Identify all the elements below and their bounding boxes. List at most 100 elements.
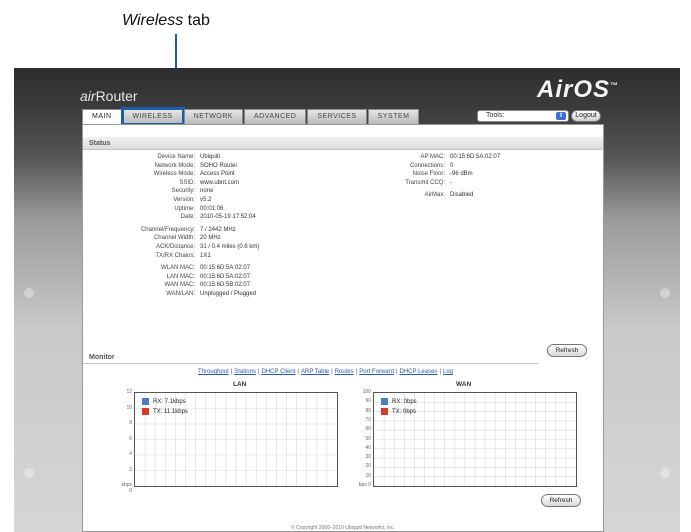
monitor-link-throughput[interactable]: Throughput: [198, 369, 229, 375]
status-row: Transmit CCQ: -: [373, 179, 452, 188]
y-tick-label: 90: [365, 398, 371, 405]
status-value: -: [450, 179, 452, 186]
airos-logo-text: AirOS: [537, 76, 611, 103]
status-value: -96 dBm: [450, 171, 473, 178]
status-row: Connections: 0: [373, 162, 453, 171]
tab-system[interactable]: SYSTEM: [367, 109, 420, 124]
status-value: 31 / 0.4 miles (0.6 km): [200, 244, 260, 250]
decorative-dot: [660, 468, 670, 478]
status-row: Device Name: Ubiquiti: [111, 153, 220, 162]
y-tick-label: bps 0: [358, 482, 371, 488]
lan-rx-value: RX: 7.1kbps: [153, 398, 186, 405]
y-tick-label: kbps 0: [121, 482, 132, 494]
status-key: Version:: [173, 197, 195, 203]
logout-button[interactable]: Logout: [571, 110, 601, 122]
tab-services[interactable]: SERVICES: [307, 109, 367, 124]
monitor-refresh-button[interactable]: Refresh: [541, 494, 581, 507]
wan-grid: [374, 393, 576, 486]
status-key: Channel Width:: [153, 235, 195, 242]
y-tick-label: 20: [365, 463, 371, 470]
decorative-dot: [24, 288, 34, 298]
decorative-dot: [660, 288, 670, 298]
status-value: 00:15:6D:5A:02:07: [200, 273, 251, 280]
status-value: none: [200, 188, 214, 195]
monitor-link-arp-table[interactable]: ARP Table: [301, 369, 329, 375]
status-row: Noise Floor: -96 dBm: [373, 170, 473, 179]
status-value: 1X1: [200, 252, 211, 259]
tab-wireless[interactable]: WIRELESS: [120, 107, 185, 126]
y-tick-label: 30: [365, 454, 371, 461]
airos-logo: AirOS™: [537, 76, 619, 104]
status-key: AP MAC:: [420, 154, 445, 160]
lan-tx-value: TX: 11.1kbps: [153, 408, 188, 415]
tab-advanced[interactable]: ADVANCED: [243, 109, 307, 124]
status-value: 2010-05-19 17:52:04: [200, 214, 256, 221]
status-key: Network Mode:: [154, 162, 195, 169]
status-value: 0: [450, 162, 454, 169]
status-row: Channel Width: 20 MHz: [111, 234, 221, 243]
y-tick-label: 2: [129, 466, 132, 473]
status-section-header: Status: [83, 137, 603, 150]
status-row: Uptime: 00:01:06: [111, 205, 223, 214]
monitor-link-log[interactable]: Log: [443, 369, 453, 375]
monitor-links-bar: Throughput | Stations | DHCP Client | ARP Tabl…: [198, 369, 453, 375]
status-row: Security: none: [111, 187, 214, 196]
status-key: WAN MAC:: [164, 282, 195, 289]
status-key: Noise Floor:: [412, 171, 445, 178]
status-key: SSID:: [179, 179, 195, 186]
status-key: Transmit CCQ:: [405, 179, 445, 186]
status-value: Ubiquiti: [200, 154, 221, 160]
status-value: 00:15:6D:5A:02:07: [200, 265, 251, 272]
lan-chart: RX: 7.1kbps TX: 11.1kbps: [134, 392, 338, 487]
status-value: 20 MHz: [200, 235, 221, 242]
logo-prefix: air: [80, 88, 96, 104]
status-row: AP MAC: 00:15:6D:5A:02:07: [373, 153, 500, 162]
status-value: Unplugged / Plugged: [200, 291, 257, 297]
tx-swatch: [381, 408, 388, 415]
wan-rx-value: RX: 0bps: [392, 398, 417, 405]
status-value: Disabled: [450, 192, 474, 199]
main-panel: Status Device Name: Ubiquiti Network Mode:…: [82, 124, 604, 532]
status-value: 00:15:6D:5A:02:07: [450, 154, 501, 160]
status-key: Wireless Mode:: [153, 171, 195, 178]
y-tick-label: 12: [126, 389, 132, 395]
y-tick-label: 40: [365, 444, 371, 451]
y-tick-label: 80: [365, 407, 371, 414]
status-refresh-button[interactable]: Refresh: [547, 344, 587, 357]
y-tick-label: 10: [365, 472, 371, 479]
y-tick-label: 6: [129, 435, 132, 442]
status-key: WLAN MAC:: [160, 265, 195, 272]
status-key: Connections:: [409, 162, 445, 169]
lan-chart-title: LAN: [233, 381, 247, 388]
tools-select[interactable]: Tools: ⇕: [477, 110, 569, 122]
y-tick-label: 10: [126, 404, 132, 411]
status-row: WAN MAC: 00:15:6D:5B:02:07: [111, 281, 251, 290]
tx-swatch: [142, 408, 149, 415]
monitor-link-port-forward[interactable]: Port Forward: [359, 369, 394, 375]
rx-swatch: [142, 398, 149, 405]
status-value: v5.2: [200, 197, 212, 203]
status-key: Security:: [171, 188, 195, 195]
status-key: LAN MAC:: [166, 273, 195, 280]
y-tick-label: 4: [129, 451, 132, 457]
status-key: Device Name:: [157, 154, 195, 160]
status-key: Channel/Frequency:: [140, 226, 195, 233]
status-key: ACK/Distance:: [155, 244, 195, 250]
trademark-mark: ™: [610, 81, 620, 90]
rx-swatch: [381, 398, 388, 405]
lan-rx-legend: RX: 7.1kbps: [142, 398, 186, 405]
status-key: AirMax:: [424, 192, 445, 199]
monitor-link-routes[interactable]: Routes: [335, 369, 354, 375]
status-key: Uptime:: [174, 205, 195, 212]
status-value: Access Point: [200, 171, 235, 178]
status-value: 00:15:6D:5B:02:07: [200, 282, 251, 289]
annotation-callout: Wireless tab: [122, 12, 210, 30]
monitor-link-dhcp-leases[interactable]: DHCP Leases: [400, 369, 438, 375]
monitor-link-stations[interactable]: Stations: [234, 369, 256, 375]
tab-network[interactable]: NETWORK: [183, 109, 243, 124]
y-tick-label: 60: [365, 426, 371, 433]
select-arrows-icon: ⇕: [556, 112, 566, 120]
tab-main[interactable]: MAIN: [82, 109, 122, 124]
monitor-link-dhcp-client[interactable]: DHCP Client: [262, 369, 296, 375]
status-row: SSID: www.ubnt.com: [111, 179, 239, 188]
